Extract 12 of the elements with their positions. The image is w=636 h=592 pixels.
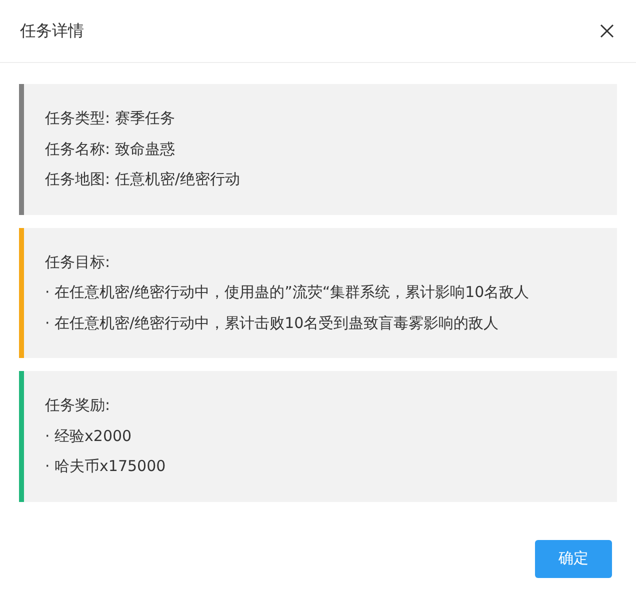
info-text: · 在任意机密/绝密行动中，使用蛊的”流荧“集群系统，累计影响10名敌人 xyxy=(45,282,530,303)
info-text: 任务奖励: xyxy=(45,395,112,416)
dialog-title: 任务详情 xyxy=(20,20,84,42)
info-text: 任务类型: 赛季任务 xyxy=(45,108,176,129)
info-text: · 在任意机密/绝密行动中，累计击败10名受到蛊致盲毒雾影响的敌人 xyxy=(45,312,500,334)
confirm-button[interactable]: 确定 xyxy=(535,540,612,578)
info-text: · 经验x2000 xyxy=(45,426,133,446)
info-text: · 哈夫币x175000 xyxy=(45,456,167,477)
info-text: 任务目标: xyxy=(45,252,112,272)
info-text: 任务地图: 任意机密/绝密行动 xyxy=(45,169,241,190)
info-text: 任务名称: 致命蛊惑 xyxy=(45,138,176,160)
close-icon[interactable] xyxy=(600,24,614,38)
